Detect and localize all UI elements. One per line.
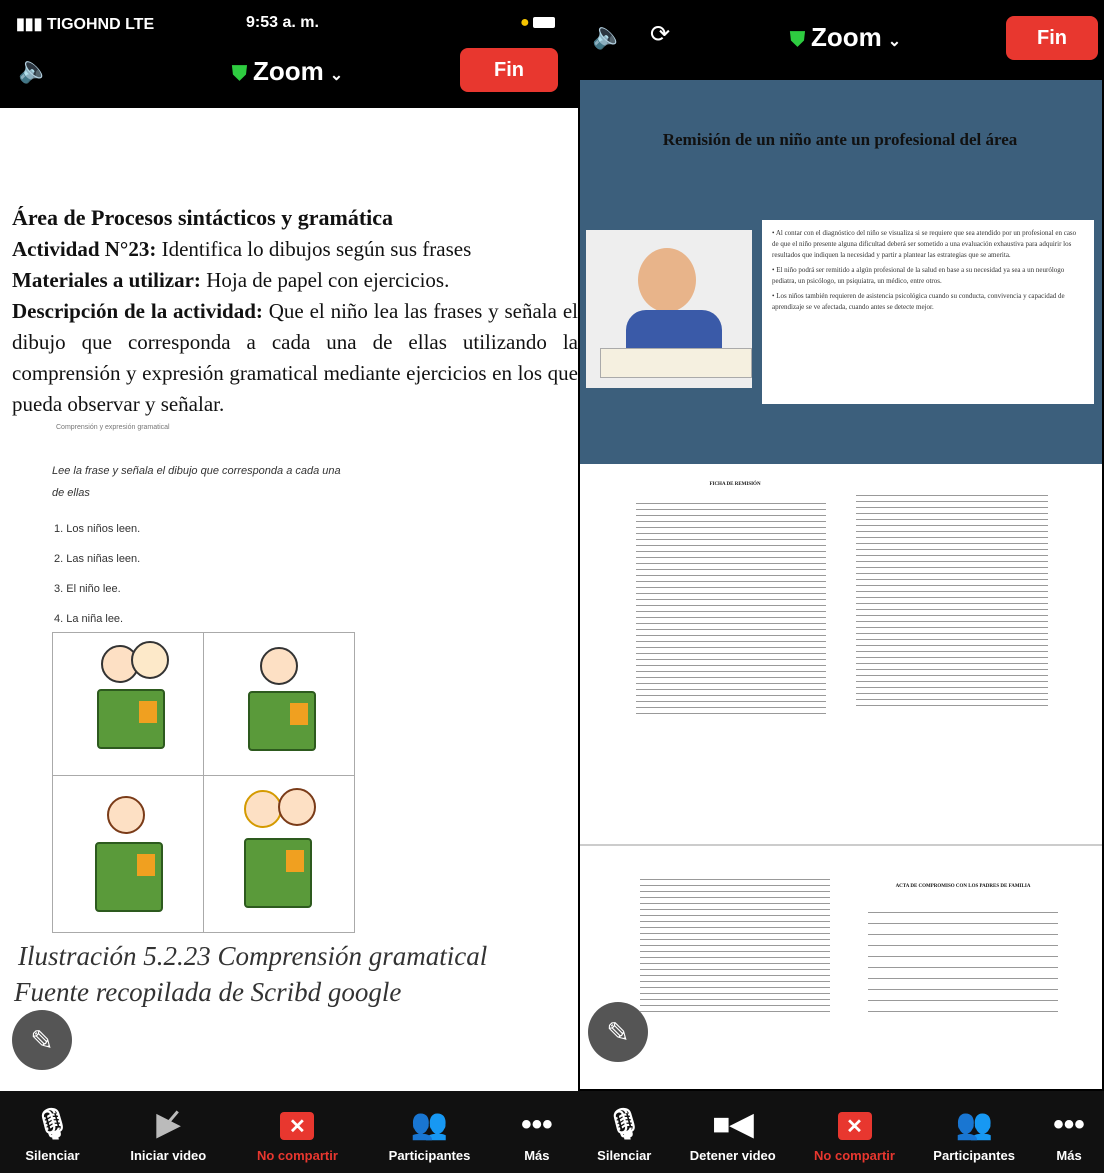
form-page-referral: FICHA DE REMISIÓN [580, 472, 1102, 846]
more-button[interactable]: ••• Más [1053, 1108, 1085, 1163]
video-icon: ■◀ [712, 1108, 754, 1141]
boy-face-icon [260, 647, 298, 685]
form-lines-right [856, 490, 1048, 711]
child-photo [586, 230, 752, 388]
start-video-button[interactable]: ▶̸ Iniciar video [130, 1108, 206, 1163]
book-icon [248, 691, 316, 751]
shared-document-area: Remisión de un niño ante un profesional … [580, 80, 1102, 1089]
carrier-label: ▮▮▮ TIGOHND LTE [16, 16, 155, 33]
more-icon: ••• [521, 1108, 553, 1141]
slide-bullet: • El niño podrá ser remitido a algún pro… [772, 266, 1065, 285]
slide-bullet: • Los niños también requieren de asisten… [772, 292, 1065, 311]
picture-boys-reading [52, 632, 204, 776]
annotate-pencil-icon[interactable]: ✎ [588, 1002, 648, 1062]
more-button[interactable]: ••• Más [521, 1108, 553, 1163]
video-off-icon: ▶̸ [156, 1108, 180, 1141]
meeting-title[interactable]: ⛊ Zoom ⌄ [232, 56, 343, 87]
stop-share-icon: ✕ [280, 1112, 315, 1140]
book-icon [97, 689, 165, 749]
meeting-toolbar: 🎙 Silenciar ▶̸ Iniciar video ✕ No compartir… [0, 1091, 578, 1173]
participants-icon: 👥 [955, 1108, 993, 1141]
battery-icon: ● [520, 14, 555, 32]
chevron-down-icon: ⌄ [329, 67, 344, 84]
slide: Remisión de un niño ante un profesional … [580, 80, 1102, 464]
open-book-icon [600, 348, 752, 378]
left-zoom-screen: ▮▮▮ TIGOHND LTE 9:53 a. m. ● 🔈 ⛊ Zoom ⌄ Fi… [0, 0, 578, 1173]
more-icon: ••• [1053, 1108, 1085, 1141]
top-bar: ▮▮▮ TIGOHND LTE 9:53 a. m. ● 🔈 ⛊ Zoom ⌄ Fi… [0, 0, 578, 108]
shield-icon: ⛊ [790, 29, 805, 51]
list-item: 2. Las niñas leen. [54, 553, 141, 565]
end-meeting-button[interactable]: Fin [460, 48, 558, 92]
shield-icon: ⛊ [232, 63, 247, 85]
microphone-icon: 🎙 [33, 1108, 72, 1141]
end-meeting-button[interactable]: Fin [1006, 16, 1098, 60]
speaker-icon[interactable]: 🔈 [18, 54, 50, 85]
shared-document: Área de Procesos sintácticos y gramática… [12, 202, 578, 420]
list-item: 1. Los niños leen. [54, 523, 141, 535]
clock: 9:53 a. m. [246, 14, 319, 31]
girl-face-icon [244, 790, 282, 828]
form-page-commitment: ACTA DE COMPROMISO CON LOS PADRES DE FAM… [580, 850, 1102, 1089]
picture-girls-reading [203, 775, 355, 933]
microphone-icon: 🎙 [605, 1108, 644, 1141]
speaker-icon[interactable]: 🔈 [592, 20, 624, 51]
doc-heading: Área de Procesos sintácticos y gramática [12, 205, 394, 230]
signal-icon: ▮▮▮ [16, 16, 43, 33]
materials-line: Materiales a utilizar: Hoja de papel con… [12, 268, 450, 292]
participants-button[interactable]: 👥 Participantes [389, 1108, 471, 1163]
meeting-title[interactable]: ⛊ Zoom ⌄ [790, 22, 901, 53]
list-item: 3. El niño lee. [54, 583, 121, 595]
list-item: 4. La niña lee. [54, 613, 124, 625]
child-body-icon [626, 310, 722, 350]
figure-caption: Ilustración 5.2.23 Comprensión gramatica… [14, 941, 488, 1007]
book-icon [95, 842, 163, 912]
slide-bullet: • Al contar con el diagnóstico del niño … [772, 229, 1077, 259]
form-title: FICHA DE REMISIÓN [709, 482, 761, 487]
mute-button[interactable]: 🎙 Silenciar [597, 1108, 651, 1163]
stop-share-button[interactable]: ✕ No compartir [814, 1112, 895, 1163]
participants-icon: 👥 [410, 1108, 449, 1141]
form-lines-right [868, 902, 1058, 1022]
picture-grid [52, 632, 355, 933]
stop-share-button[interactable]: ✕ No compartir [257, 1112, 338, 1163]
form-lines-left [636, 498, 826, 719]
book-icon [244, 838, 312, 908]
slide-title: Remisión de un niño ante un profesional … [662, 130, 1018, 149]
girl-face-icon [107, 796, 145, 834]
stop-share-icon: ✕ [837, 1112, 872, 1140]
sentence-list: 1. Los niños leen. 2. Las niñas leen. 3.… [54, 514, 140, 634]
slide-bullets: • Al contar con el diagnóstico del niño … [762, 220, 1094, 404]
switch-camera-icon[interactable]: ⟳ [650, 20, 670, 49]
description-paragraph: Descripción de la actividad: Que el niño… [12, 299, 578, 416]
annotate-pencil-icon[interactable]: ✎ [12, 1010, 72, 1070]
stop-video-button[interactable]: ■◀ Detener video [690, 1108, 776, 1163]
mute-button[interactable]: 🎙 Silenciar [25, 1108, 79, 1163]
girl-face-icon [278, 788, 316, 826]
right-zoom-screen: 🔈 ⟳ ⛊ Zoom ⌄ Fin Remisión de un niño ante … [578, 0, 1104, 1173]
activity-line: Actividad N°23: Identifica lo dibujos se… [12, 237, 472, 261]
top-bar: 🔈 ⟳ ⛊ Zoom ⌄ Fin [578, 0, 1104, 78]
child-head-icon [638, 248, 696, 312]
picture-boy-reading [203, 632, 355, 776]
picture-girl-reading [52, 775, 204, 933]
boy-face-icon [131, 641, 169, 679]
form-title: ACTA DE COMPROMISO CON LOS PADRES DE FAM… [895, 884, 1031, 889]
worksheet-caption: Comprensión y expresión gramatical [56, 424, 170, 431]
meeting-toolbar: 🎙 Silenciar ■◀ Detener video ✕ No compartir… [578, 1091, 1104, 1173]
chevron-down-icon: ⌄ [887, 33, 902, 50]
worksheet-instruction: Lee la frase y señala el dibujo que corr… [52, 465, 341, 499]
form-lines-left [640, 874, 830, 1017]
participants-button[interactable]: 👥 Participantes [933, 1108, 1015, 1163]
